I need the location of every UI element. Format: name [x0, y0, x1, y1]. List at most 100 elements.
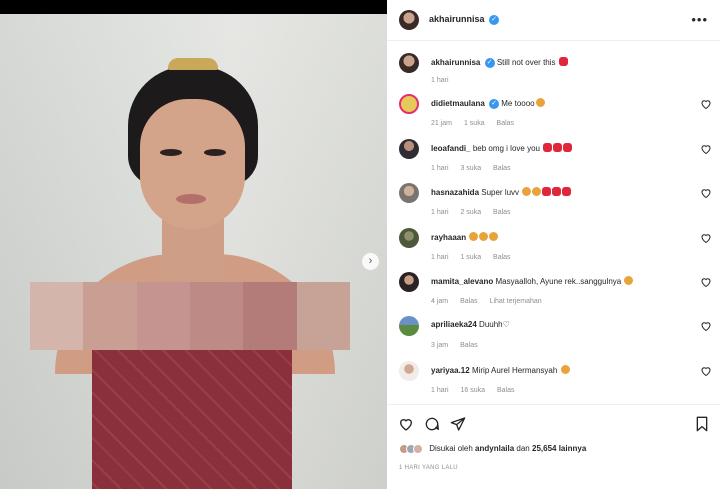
comment-item: hasnazahida Super luvv 1 hari 2 suka Bal… — [387, 183, 720, 227]
smile-emoji — [469, 232, 479, 241]
avatar[interactable] — [399, 183, 419, 203]
likes-middle: dan — [516, 444, 530, 454]
comment-text: Me toooo — [501, 99, 535, 108]
avatar[interactable] — [399, 94, 419, 114]
reply-button[interactable]: Balas — [460, 342, 478, 349]
bookmark-icon[interactable] — [694, 416, 710, 432]
likes-suffix[interactable]: lainnya — [559, 444, 587, 453]
smile-emoji — [489, 232, 499, 241]
avatar[interactable] — [399, 361, 419, 381]
caption: akhairunnisa ✓ Still not over this 1 har… — [387, 53, 720, 97]
reply-button[interactable]: Balas — [497, 387, 515, 394]
reply-button[interactable]: Balas — [493, 254, 511, 261]
author-avatar[interactable] — [399, 10, 419, 30]
verified-badge-icon: ✓ — [484, 57, 495, 68]
comment-likes[interactable]: 1 suka — [460, 254, 481, 261]
dress — [92, 344, 292, 489]
reply-button[interactable]: Balas — [493, 209, 511, 216]
comment-age: 1 hari — [431, 209, 449, 216]
comment-username[interactable]: leoafandi_ — [431, 144, 471, 153]
caption-username[interactable]: akhairunnisa — [431, 58, 480, 67]
caption-text: Still not over this — [496, 58, 556, 67]
comment-text: Duuhh♡ — [479, 320, 510, 329]
comment-item: apriliaeka24 Duuhh♡ 3 jam Balas — [387, 316, 720, 360]
heart-outline-icon[interactable] — [700, 143, 712, 155]
instagram-post-view: › akhairunnisa ✓ ••• akhairunnisa ✓ Stil… — [0, 0, 720, 489]
comment-likes[interactable]: 16 suka — [460, 387, 485, 394]
comment-likes[interactable]: 3 suka — [460, 165, 481, 172]
comments-list: akhairunnisa ✓ Still not over this 1 har… — [387, 41, 720, 401]
comment-username[interactable]: didietmaulana — [431, 99, 485, 108]
reply-button[interactable]: Balas — [460, 298, 478, 305]
smile-emoji — [624, 276, 634, 285]
post-actions — [387, 404, 720, 442]
likes-count[interactable]: 25,654 — [532, 444, 556, 453]
comment-age: 1 hari — [431, 165, 449, 172]
speech-bubble-icon[interactable] — [424, 416, 440, 432]
comment-username[interactable]: apriliaeka24 — [431, 320, 477, 329]
heart-emoji — [542, 187, 552, 196]
chevron-right-icon[interactable]: › — [362, 253, 379, 270]
heart-emoji — [562, 187, 572, 196]
likes-prefix: Disukai oleh — [429, 444, 473, 454]
heart-outline-icon[interactable] — [700, 276, 712, 288]
avatar[interactable] — [399, 139, 419, 159]
heart-outline-icon[interactable] — [700, 320, 712, 332]
comments-panel: akhairunnisa ✓ ••• akhairunnisa ✓ Still … — [387, 0, 720, 489]
comment-item: mamita_alevano Masyaalloh, Ayune rek..sa… — [387, 272, 720, 316]
heart-emoji — [552, 187, 562, 196]
heart-outline-icon[interactable] — [700, 232, 712, 244]
author-avatar[interactable] — [399, 53, 419, 73]
smile-emoji — [522, 187, 532, 196]
reply-button[interactable]: Balas — [497, 120, 515, 127]
comment-username[interactable]: rayhaaan — [431, 233, 466, 242]
heart-outline-icon[interactable] — [398, 416, 414, 432]
comment-likes[interactable]: 1 suka — [464, 120, 485, 127]
avatar[interactable] — [399, 272, 419, 292]
smile-emoji — [560, 365, 570, 374]
comment-item: rayhaaan 1 hari 1 suka Balas — [387, 228, 720, 272]
likes-summary: Disukai oleh andynlaila dan 25,654 lainn… — [399, 444, 586, 454]
face — [140, 99, 245, 229]
reply-button[interactable]: Balas — [493, 165, 511, 172]
tiara — [168, 58, 218, 70]
smile-emoji — [535, 98, 545, 107]
comment-age: 1 hari — [431, 254, 449, 261]
heart-outline-icon[interactable] — [700, 365, 712, 377]
ellipsis-icon[interactable]: ••• — [691, 12, 708, 27]
comment-username[interactable]: mamita_alevano — [431, 277, 493, 286]
censor-mosaic — [30, 282, 350, 350]
comment-age: 21 jam — [431, 120, 453, 127]
caption-age: 1 hari — [431, 77, 449, 84]
heart-outline-icon[interactable] — [700, 187, 712, 199]
comment-text: Super luvv — [481, 188, 520, 197]
comment-username[interactable]: yariyaa.12 — [431, 366, 470, 375]
post-timestamp: 1 HARI YANG LALU — [399, 465, 458, 471]
comment-age: 3 jam — [431, 342, 449, 349]
avatar[interactable] — [399, 316, 419, 336]
comment-age: 4 jam — [431, 298, 449, 305]
post-header: akhairunnisa ✓ ••• — [387, 0, 720, 41]
see-translation-link[interactable]: Lihat terjemahan — [490, 298, 542, 305]
comment-text: beb omg i love you — [472, 144, 540, 153]
heart-emoji — [543, 143, 553, 152]
author-username[interactable]: akhairunnisa — [429, 14, 485, 24]
comment-likes[interactable]: 2 suka — [460, 209, 481, 216]
avatar — [413, 444, 423, 454]
verified-badge-icon: ✓ — [489, 14, 500, 25]
post-photo[interactable]: › — [0, 14, 387, 489]
comment-username[interactable]: hasnazahida — [431, 188, 479, 197]
comment-item: leoafandi_ beb omg i love you 1 hari 3 s… — [387, 139, 720, 183]
paper-plane-icon[interactable] — [450, 416, 466, 432]
heart-outline-icon[interactable] — [700, 98, 712, 110]
heart-emoji — [563, 143, 573, 152]
comment-text: Mirip Aurel Hermansyah — [471, 366, 558, 375]
top-strip — [0, 0, 387, 14]
heart-emoji — [553, 143, 563, 152]
verified-badge-icon: ✓ — [489, 98, 500, 109]
likes-user[interactable]: andynlaila — [475, 444, 514, 453]
avatar[interactable] — [399, 228, 419, 248]
smile-emoji — [479, 232, 489, 241]
comment-text: Masyaalloh, Ayune rek..sanggulnya — [495, 277, 622, 286]
comment-age: 1 hari — [431, 387, 449, 394]
